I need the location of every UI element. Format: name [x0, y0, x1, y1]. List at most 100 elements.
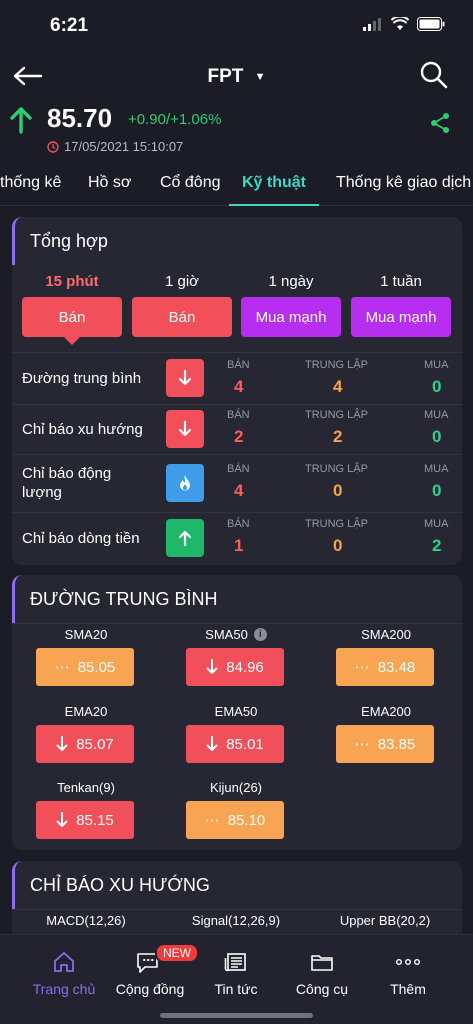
- tab-trading-statistics[interactable]: Thống kê giao dịch: [336, 164, 471, 206]
- col-sell-header: BÁN: [227, 359, 250, 371]
- ma-name: Kijun(26): [209, 779, 263, 795]
- info-icon[interactable]: i: [253, 627, 267, 641]
- status-bar: 6:21: [0, 0, 473, 50]
- ma-ema50-button[interactable]: 85.01: [186, 725, 284, 763]
- ma-kijun-button[interactable]: ⋯ 85.10: [186, 801, 284, 839]
- nav-more[interactable]: Thêm: [363, 947, 453, 997]
- indicator-row-trend[interactable]: Chỉ báo xu hướng BÁN TRUNG LẬP MUA 2 2 0: [12, 404, 462, 454]
- wifi-icon: [391, 17, 409, 30]
- trend-indicators-title: CHỈ BÁO XU HƯỚNG: [12, 861, 462, 909]
- buy-count: 0: [432, 427, 442, 446]
- col-buy-header: MUA: [424, 518, 449, 530]
- search-button[interactable]: [419, 60, 451, 92]
- clock-icon: [47, 140, 59, 153]
- signal-1w-button[interactable]: Mua mạnh: [351, 297, 451, 337]
- dots-icon: ⋯: [204, 812, 220, 829]
- price-change: +0.90/+1.06%: [128, 111, 222, 128]
- header: FPT ▼: [0, 58, 473, 98]
- signal-icon: [363, 18, 381, 31]
- price-up-arrow-icon: [10, 106, 32, 139]
- col-neutral-header: TRUNG LẬP: [305, 409, 368, 421]
- nav-community[interactable]: NEW Cộng đồng: [105, 943, 199, 997]
- dots-icon: ⋯: [54, 659, 70, 676]
- price-row: 85.70 +0.90/+1.06% 17/05/2021 15:10:07: [0, 102, 473, 160]
- caret-down-icon: ▼: [254, 71, 266, 83]
- buy-count: 0: [432, 377, 442, 396]
- signal-1h-button[interactable]: Bán: [132, 297, 232, 337]
- nav-news[interactable]: Tin tức: [191, 947, 281, 997]
- indicator-label: Chỉ báo động lượng: [22, 465, 112, 501]
- trend-col-upper-bb: Upper BB(20,2): [339, 913, 431, 928]
- ma-value: 84.96: [226, 658, 264, 676]
- sell-count: 1: [234, 536, 244, 555]
- ma-sma50-button[interactable]: 84.96: [186, 648, 284, 686]
- ma-name: Tenkan(9): [57, 779, 115, 795]
- indicator-row-money-flow[interactable]: Chỉ báo dòng tiền BÁN TRUNG LẬP MUA 1 0 …: [12, 512, 462, 565]
- divider: [12, 909, 462, 910]
- indicator-label: Đường trung bình: [22, 370, 142, 387]
- timestamp-text: 17/05/2021 15:10:07: [64, 139, 184, 154]
- indicator-label: Chỉ báo xu hướng: [22, 421, 143, 438]
- arrow-down-icon: [206, 736, 218, 751]
- tab-shareholders[interactable]: Cổ đông: [160, 164, 221, 206]
- share-button[interactable]: [429, 112, 451, 139]
- ma-sma20: SMA20 ⋯ 85.05: [36, 625, 136, 686]
- col-neutral-header: TRUNG LẬP: [305, 463, 368, 475]
- ma-ema200-button[interactable]: ⋯ 83.85: [336, 725, 434, 763]
- search-icon: [420, 61, 448, 89]
- ma-value: 85.07: [76, 735, 114, 753]
- dots-icon: ⋯: [354, 659, 370, 676]
- col-buy-header: MUA: [424, 463, 449, 475]
- status-time: 6:21: [50, 15, 89, 36]
- signal-15m-button[interactable]: Bán: [22, 297, 122, 337]
- period-1h[interactable]: 1 giờ: [132, 273, 232, 290]
- ma-value: 85.15: [76, 811, 114, 829]
- dots-icon: ⋯: [354, 736, 370, 753]
- col-sell-header: BÁN: [227, 463, 250, 475]
- ma-name: SMA200: [361, 626, 411, 642]
- ma-sma50: SMA50 i 84.96: [186, 625, 286, 686]
- status-icons: [363, 17, 445, 31]
- period-1w[interactable]: 1 tuần: [351, 273, 451, 290]
- ma-name-text: SMA50: [205, 626, 248, 642]
- ticker-symbol: FPT: [207, 66, 244, 87]
- col-neutral-header: TRUNG LẬP: [305, 518, 368, 530]
- ma-name: EMA20: [64, 703, 108, 719]
- ma-kijun: Kijun(26) ⋯ 85.10: [186, 778, 286, 839]
- more-icon: [396, 959, 421, 965]
- ma-sma200-button[interactable]: ⋯ 83.48: [336, 648, 434, 686]
- arrow-down-icon: [206, 659, 218, 674]
- arrow-down-icon: [56, 736, 68, 751]
- ma-value: 85.01: [226, 735, 264, 753]
- divider: [12, 623, 462, 624]
- nav-label: Công cụ: [295, 981, 349, 997]
- ma-value: 85.10: [227, 811, 266, 829]
- moving-average-title: ĐƯỜNG TRUNG BÌNH: [12, 575, 462, 623]
- tab-technical[interactable]: Kỹ thuật: [229, 164, 319, 206]
- price-value: 85.70: [47, 103, 113, 133]
- ma-value: 83.48: [377, 658, 416, 676]
- active-period-pointer: [64, 337, 80, 345]
- ma-name: EMA50: [214, 703, 258, 719]
- indicator-row-moving-average[interactable]: Đường trung bình BÁN TRUNG LẬP MUA 4 4 0: [12, 352, 462, 404]
- ma-ema20-button[interactable]: 85.07: [36, 725, 134, 763]
- col-sell-header: BÁN: [227, 409, 250, 421]
- indicator-row-momentum[interactable]: Chỉ báo động lượng BÁN TRUNG LẬP MUA 4 0…: [12, 454, 462, 512]
- trend-col-signal: Signal(12,26,9): [191, 913, 281, 928]
- ma-sma20-button[interactable]: ⋯ 85.05: [36, 648, 134, 686]
- tab-bar: thống kê Hồ sơ Cổ đông Kỹ thuật Thống kê…: [0, 164, 473, 206]
- ticker-selector[interactable]: FPT ▼: [0, 66, 473, 88]
- ma-sma200: SMA200 ⋯ 83.48: [336, 625, 436, 686]
- signal-1d-button[interactable]: Mua mạnh: [241, 297, 341, 337]
- ma-tenkan-button[interactable]: 85.15: [36, 801, 134, 839]
- nav-tools[interactable]: Công cụ: [277, 947, 367, 997]
- moving-average-card: ĐƯỜNG TRUNG BÌNH SMA20 ⋯ 85.05 SMA50 i 84.…: [12, 575, 462, 850]
- period-1d[interactable]: 1 ngày: [241, 273, 341, 290]
- period-15m[interactable]: 15 phút: [22, 273, 122, 290]
- buy-count: 0: [432, 481, 442, 500]
- tab-profile[interactable]: Hồ sơ: [88, 164, 131, 206]
- bottom-nav: Trang chủ NEW Cộng đồng Tin tức Công cụ …: [0, 934, 473, 1024]
- tab-statistics[interactable]: thống kê: [0, 164, 61, 206]
- nav-home[interactable]: Trang chủ: [19, 947, 109, 997]
- price-timestamp: 17/05/2021 15:10:07: [47, 139, 183, 154]
